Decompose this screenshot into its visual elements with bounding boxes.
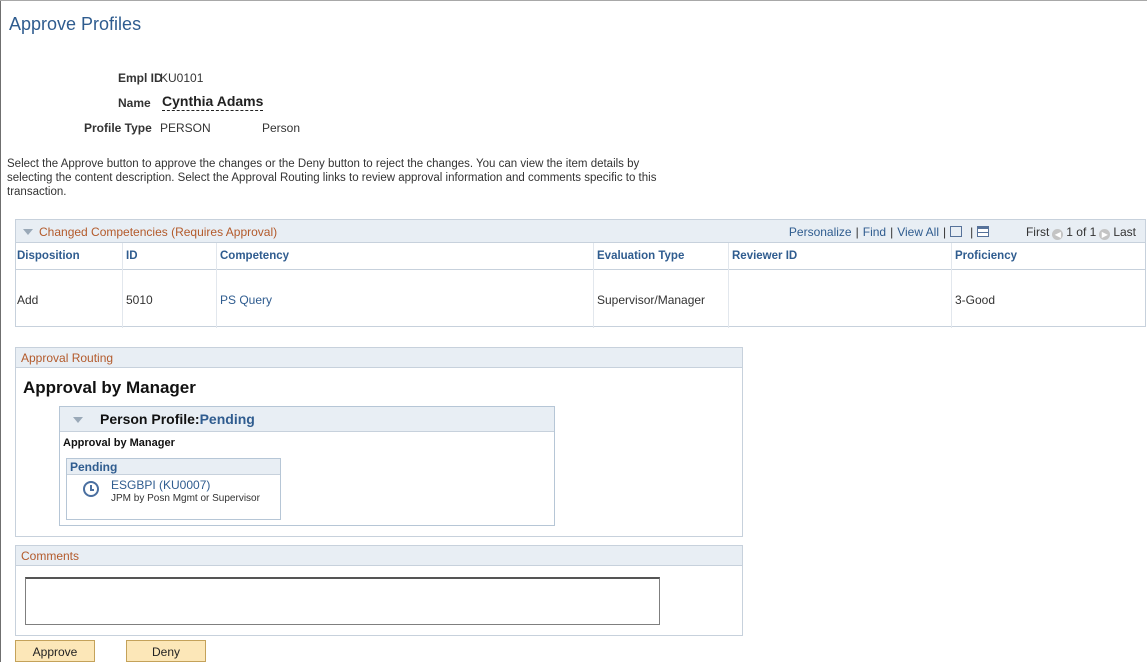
deny-button[interactable]: Deny (126, 640, 206, 662)
col-header-competency[interactable]: Competency (220, 250, 289, 262)
empl-id-label: Empl ID (118, 71, 163, 85)
cell-evaluation-type: Supervisor/Manager (597, 293, 706, 307)
cell-id: 5010 (126, 293, 153, 307)
page-title: Approve Profiles (9, 14, 142, 34)
profile-type-code: PERSON (160, 121, 211, 135)
column-divider (728, 243, 729, 328)
comments-textarea[interactable] (25, 577, 660, 625)
approval-routing-section: Approval Routing Approval by Manager Per… (15, 347, 743, 537)
download-icon[interactable] (977, 226, 990, 237)
clock-icon (83, 481, 99, 497)
approver-role: JPM by Posn Mgmt or Supervisor (111, 493, 260, 504)
prev-arrow-icon[interactable]: ◀ (1052, 229, 1064, 240)
collapse-triangle-icon[interactable] (23, 229, 33, 235)
person-profile-title: Person Profile:Pending (100, 411, 255, 427)
approver-link[interactable]: ESGBPI (KU0007) (111, 478, 210, 492)
collapse-triangle-icon[interactable] (73, 417, 83, 423)
step-status: Pending (70, 460, 118, 474)
column-divider (216, 243, 217, 328)
page-range: 1 of 1 (1066, 225, 1097, 239)
comments-section: Comments (15, 545, 743, 636)
col-header-reviewer-id[interactable]: Reviewer ID (732, 250, 797, 262)
comments-title: Comments (21, 549, 80, 563)
next-arrow-icon[interactable]: ▶ (1099, 229, 1111, 240)
zoom-icon[interactable] (950, 226, 963, 237)
comments-header: Comments (16, 546, 742, 566)
grid-column-headers: Disposition ID Competency Evaluation Typ… (16, 243, 1145, 270)
empl-id-value: KU0101 (160, 71, 204, 85)
approve-button[interactable]: Approve (15, 640, 95, 662)
name-label: Name (118, 96, 151, 110)
person-profile-header: Person Profile:Pending (60, 407, 554, 432)
person-profile-box: Person Profile:Pending Approval by Manag… (59, 406, 555, 526)
employee-name[interactable]: Cynthia Adams (162, 93, 264, 111)
col-header-proficiency[interactable]: Proficiency (955, 250, 1017, 262)
stage-label: Approval by Manager (63, 437, 175, 449)
col-header-id[interactable]: ID (126, 250, 138, 262)
cell-disposition: Add (17, 293, 39, 307)
col-header-disposition[interactable]: Disposition (17, 250, 80, 262)
approval-title: Approval by Manager (23, 378, 196, 397)
column-divider (593, 243, 594, 328)
find-link[interactable]: Find (863, 225, 886, 239)
grid-header: Changed Competencies (Requires Approval)… (16, 220, 1145, 243)
grid-navigation: Personalize | Find | View All | | First ◀ 1 of 1… (788, 225, 1136, 240)
approval-routing-header: Approval Routing (16, 348, 742, 368)
approval-routing-title: Approval Routing (21, 351, 114, 365)
first-label: First (1025, 225, 1050, 239)
column-divider (122, 243, 123, 328)
person-profile-status: Pending (199, 411, 255, 427)
column-divider (951, 243, 952, 328)
window-top-border (0, 0, 1147, 1)
changed-competencies-grid: Changed Competencies (Requires Approval)… (15, 219, 1146, 328)
profile-type-label: Profile Type (84, 121, 152, 135)
competency-link[interactable]: PS Query (220, 293, 272, 307)
instructions-text: Select the Approve button to approve the… (7, 158, 657, 198)
view-all-link[interactable]: View All (897, 225, 939, 239)
profile-type-desc: Person (262, 121, 301, 135)
grid-title: Changed Competencies (Requires Approval) (39, 225, 278, 239)
personalize-link[interactable]: Personalize (789, 225, 852, 239)
last-label: Last (1113, 225, 1136, 239)
col-header-evaluation-type[interactable]: Evaluation Type (597, 250, 684, 262)
approval-step-box: Pending ESGBPI (KU0007) JPM by Posn Mgmt… (66, 458, 281, 520)
cell-proficiency: 3-Good (955, 293, 996, 307)
person-profile-label: Person Profile: (100, 411, 200, 427)
window-left-border (0, 0, 1, 662)
approval-step-header: Pending (67, 459, 280, 475)
